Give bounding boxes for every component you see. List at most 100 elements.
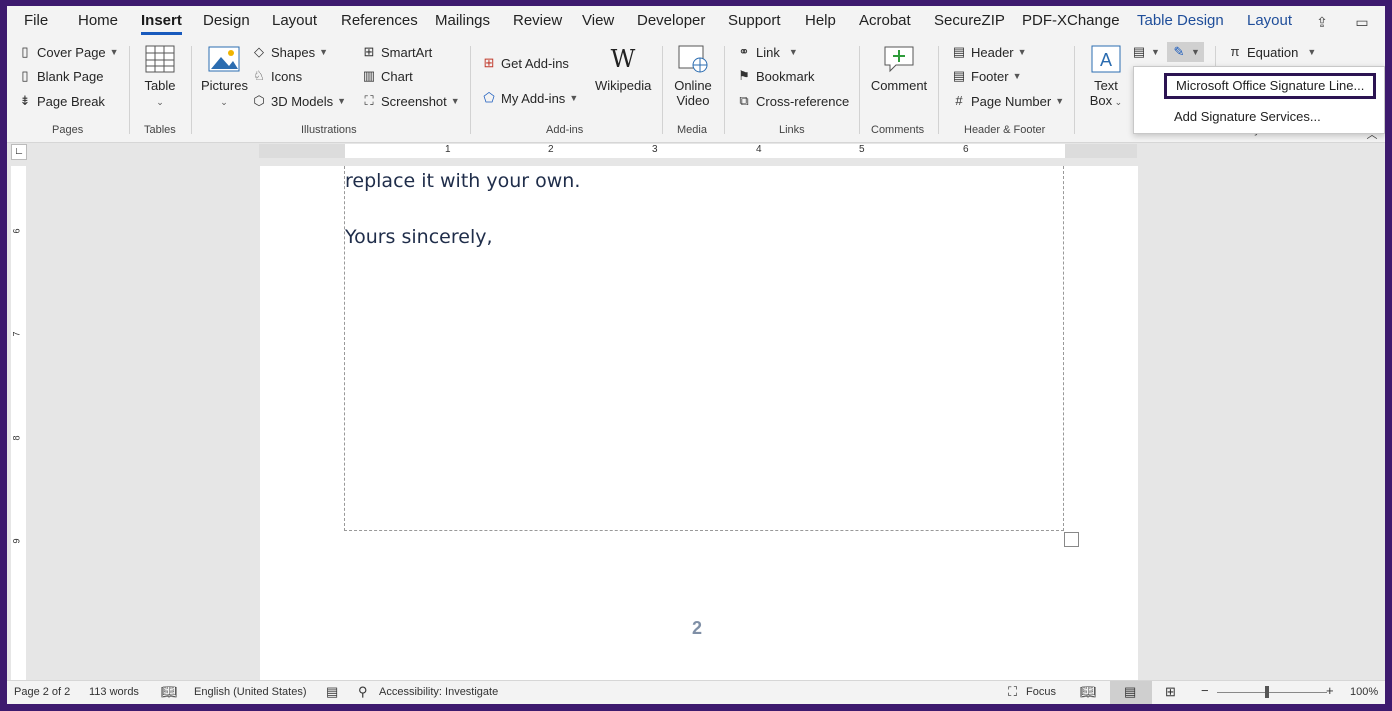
accessibility-status[interactable]: Accessibility: Investigate bbox=[379, 686, 498, 698]
page-count[interactable]: Page 2 of 2 bbox=[14, 686, 70, 698]
comment-button[interactable]: Comment bbox=[868, 44, 930, 93]
table-button[interactable]: Table ⌄ bbox=[142, 44, 178, 108]
wikipedia-button[interactable]: W Wikipedia bbox=[595, 44, 651, 93]
group-tables-label: Tables bbox=[144, 124, 176, 136]
page-break-icon: ⇟ bbox=[19, 93, 31, 108]
tab-review[interactable]: Review bbox=[513, 12, 562, 29]
text-box-icon: A bbox=[1091, 45, 1121, 73]
zoom-in-button[interactable]: + bbox=[1326, 683, 1334, 698]
tab-pdfxchange[interactable]: PDF-XChange bbox=[1022, 12, 1120, 29]
tab-support[interactable]: Support bbox=[728, 12, 781, 29]
tab-selector[interactable]: ∟ bbox=[11, 144, 27, 160]
read-mode-icon[interactable]: 📖︎ bbox=[1080, 684, 1097, 700]
divider bbox=[1074, 46, 1075, 134]
cross-reference-button[interactable]: ⧉ Cross-reference bbox=[736, 93, 849, 109]
page-number: 2 bbox=[692, 618, 703, 638]
tab-file[interactable]: File bbox=[24, 12, 48, 29]
shapes-button[interactable]: ◇ Shapes ▼ bbox=[251, 44, 328, 60]
focus-icon[interactable]: ⛶ bbox=[1008, 684, 1017, 700]
tab-mailings[interactable]: Mailings bbox=[435, 12, 490, 29]
tab-insert[interactable]: Insert bbox=[141, 12, 182, 35]
menu-item-signature-line[interactable]: Microsoft Office Signature Line... bbox=[1164, 73, 1376, 99]
link-button[interactable]: ⚭ Link ▼ bbox=[736, 44, 798, 60]
focus-button[interactable]: Focus bbox=[1026, 686, 1056, 698]
addins-icon: ⬠ bbox=[483, 90, 495, 105]
table-resize-handle[interactable] bbox=[1064, 532, 1079, 547]
online-video-button[interactable]: Online Video bbox=[671, 44, 715, 108]
footer-button[interactable]: ▤ Footer ▼ bbox=[951, 68, 1022, 84]
footer-icon: ▤ bbox=[952, 68, 966, 83]
divider bbox=[662, 46, 663, 134]
proofing-icon[interactable]: 📖︎ bbox=[161, 684, 178, 700]
get-addins-button[interactable]: ⊞ Get Add-ins bbox=[481, 55, 569, 71]
screenshot-button[interactable]: ⛶ Screenshot ▼ bbox=[361, 93, 459, 109]
group-comments-label: Comments bbox=[871, 124, 925, 136]
word-window: File Home Insert Design Layout Reference… bbox=[7, 6, 1385, 704]
document-page[interactable]: replace it with your own. Yours sincerel… bbox=[260, 166, 1138, 680]
cover-page-button[interactable]: ▯ Cover Page ▼ bbox=[17, 44, 118, 60]
pi-icon: π bbox=[1230, 44, 1240, 59]
blank-page-button[interactable]: ▯ Blank Page bbox=[17, 68, 103, 84]
chart-button[interactable]: ▥ Chart bbox=[361, 68, 413, 84]
tab-view[interactable]: View bbox=[582, 12, 614, 29]
text-box-button[interactable]: A Text Box ⌄ bbox=[1086, 44, 1126, 108]
status-bar: Page 2 of 2 113 words 📖︎ English (United… bbox=[7, 680, 1385, 704]
tab-design[interactable]: Design bbox=[203, 12, 250, 29]
track-changes-icon[interactable]: ▤ bbox=[326, 684, 338, 700]
zoom-slider-thumb[interactable] bbox=[1265, 686, 1269, 698]
header-button[interactable]: ▤ Header ▼ bbox=[951, 44, 1027, 60]
tab-layout[interactable]: Layout bbox=[272, 12, 317, 29]
group-links-label: Links bbox=[779, 124, 805, 136]
tab-table-layout[interactable]: Layout bbox=[1247, 12, 1292, 29]
cross-reference-icon: ⧉ bbox=[739, 93, 749, 108]
wikipedia-icon: W bbox=[610, 45, 636, 73]
horizontal-ruler[interactable]: 1 2 3 4 5 6 bbox=[259, 144, 1137, 158]
online-video-icon bbox=[678, 45, 708, 73]
quick-parts-button[interactable]: ▤ ▼ bbox=[1131, 44, 1160, 60]
equation-button[interactable]: π Equation ▼ bbox=[1227, 44, 1317, 60]
zoom-out-button[interactable]: − bbox=[1201, 683, 1209, 698]
tab-help[interactable]: Help bbox=[805, 12, 836, 29]
comment-icon bbox=[884, 46, 914, 73]
print-layout-button[interactable]: ▤ bbox=[1110, 681, 1152, 704]
language[interactable]: English (United States) bbox=[194, 686, 307, 698]
tab-home[interactable]: Home bbox=[78, 12, 118, 29]
smartart-button[interactable]: ⊞ SmartArt bbox=[361, 44, 433, 60]
tab-acrobat[interactable]: Acrobat bbox=[859, 12, 911, 29]
ribbon-tabs: File Home Insert Design Layout Reference… bbox=[7, 6, 1385, 38]
print-layout-icon: ▤ bbox=[1124, 684, 1137, 699]
pictures-button[interactable]: Pictures ⌄ bbox=[201, 44, 248, 108]
accessibility-icon[interactable]: ⚲ bbox=[358, 684, 368, 700]
quick-parts-icon: ▤ bbox=[1132, 44, 1146, 59]
word-count[interactable]: 113 words bbox=[89, 686, 139, 698]
divider bbox=[724, 46, 725, 134]
menu-item-signature-services[interactable]: Add Signature Services... bbox=[1174, 109, 1321, 124]
divider bbox=[470, 46, 471, 134]
3d-models-button[interactable]: ⬡ 3D Models ▼ bbox=[251, 93, 346, 109]
zoom-slider[interactable] bbox=[1217, 692, 1327, 693]
svg-text:A: A bbox=[1100, 50, 1112, 70]
signature-line-button[interactable]: ✎ ▼ bbox=[1167, 42, 1204, 62]
pictures-icon bbox=[208, 46, 240, 72]
comments-icon[interactable]: ▭ bbox=[1353, 13, 1371, 31]
shapes-icon: ◇ bbox=[254, 44, 264, 59]
my-addins-button[interactable]: ⬠ My Add-ins ▼ bbox=[481, 90, 578, 106]
zoom-level[interactable]: 100% bbox=[1350, 686, 1378, 698]
page-break-button[interactable]: ⇟ Page Break bbox=[17, 93, 105, 109]
store-icon: ⊞ bbox=[483, 55, 495, 70]
bookmark-button[interactable]: ⚑ Bookmark bbox=[736, 68, 814, 84]
tab-securezip[interactable]: SecureZIP bbox=[934, 12, 1005, 29]
group-pages-label: Pages bbox=[52, 124, 84, 136]
tab-developer[interactable]: Developer bbox=[637, 12, 705, 29]
share-icon[interactable]: ⇪ bbox=[1313, 13, 1331, 31]
vertical-ruler[interactable]: 6 7 8 9 bbox=[11, 166, 26, 686]
signature-dropdown: Microsoft Office Signature Line... Add S… bbox=[1133, 66, 1385, 134]
page-number-button[interactable]: # Page Number ▼ bbox=[951, 93, 1064, 109]
table-icon bbox=[145, 45, 175, 73]
tab-table-design[interactable]: Table Design bbox=[1137, 12, 1224, 29]
divider bbox=[191, 46, 192, 134]
web-layout-icon[interactable]: ⊞ bbox=[1165, 684, 1176, 700]
tab-references[interactable]: References bbox=[341, 12, 418, 29]
icons-button[interactable]: ♘ Icons bbox=[251, 68, 302, 84]
table-text-area[interactable] bbox=[344, 166, 1064, 531]
